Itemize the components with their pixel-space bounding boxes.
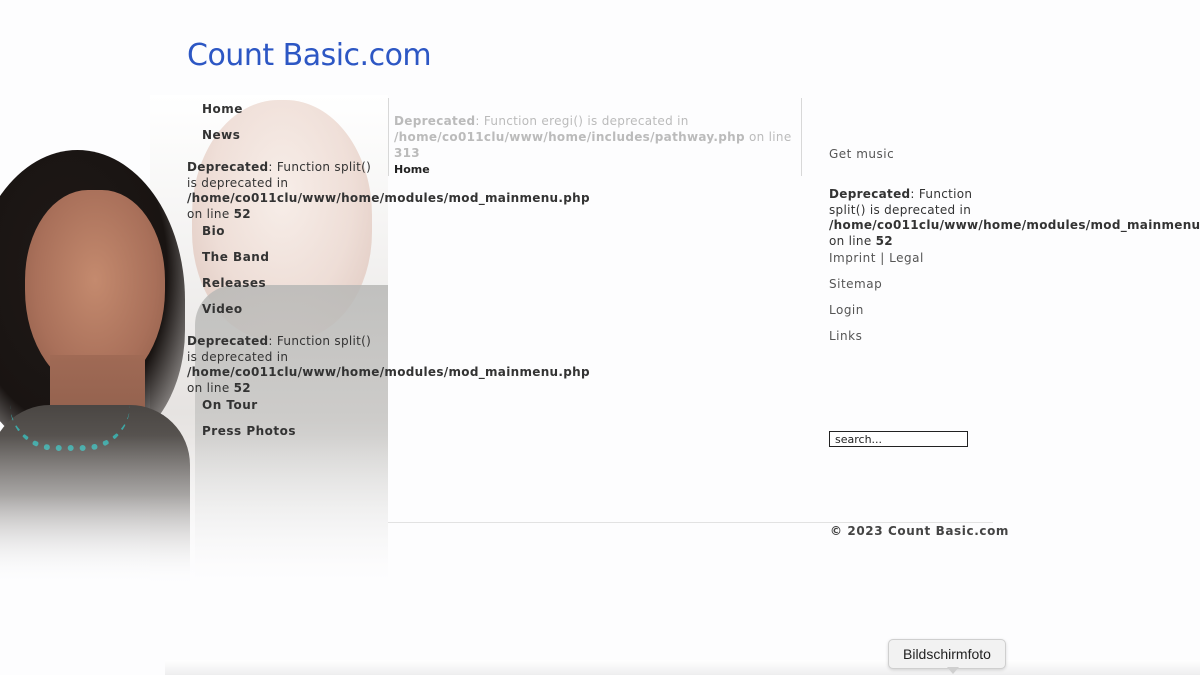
deprecated-line: 52 bbox=[875, 233, 893, 248]
deprecated-warning: Deprecated: Function split() is deprecat… bbox=[187, 160, 590, 222]
deprecated-text: on line bbox=[829, 233, 876, 248]
site-title[interactable]: Count Basic.com bbox=[187, 38, 432, 73]
copyright: © 2023 Count Basic.com bbox=[830, 524, 1010, 538]
tooltip-tail bbox=[947, 667, 959, 674]
menu-item-news[interactable]: News bbox=[202, 126, 372, 152]
deprecated-text: on line bbox=[187, 380, 234, 395]
deprecated-text: on line bbox=[744, 130, 792, 144]
menu-item-releases[interactable]: Releases bbox=[202, 274, 372, 300]
deprecated-warning: Deprecated: Function split() is deprecat… bbox=[829, 187, 1200, 249]
imprint-legal-row: Imprint | Legal bbox=[829, 249, 989, 275]
deprecated-path: /home/co011clu/www/home/modules/mod_main… bbox=[187, 365, 590, 379]
menu-item-the-band[interactable]: The Band bbox=[202, 248, 372, 274]
search-input[interactable] bbox=[829, 431, 968, 447]
tooltip: Bildschirmfoto bbox=[888, 639, 1006, 669]
deprecated-path: /home/co011clu/www/home/modules/mod_main… bbox=[187, 191, 590, 205]
menu-item-press-photos[interactable]: Press Photos bbox=[202, 422, 372, 448]
menu-item-video[interactable]: Video bbox=[202, 300, 372, 326]
deprecated-path: /home/co011clu/www/home/modules/mod_main… bbox=[829, 218, 1200, 232]
footer-divider bbox=[388, 522, 993, 523]
deprecated-text: on line bbox=[187, 206, 234, 221]
deprecated-line: 52 bbox=[233, 380, 251, 395]
photo-fade bbox=[0, 435, 388, 585]
imprint-link[interactable]: Imprint bbox=[829, 251, 876, 265]
deprecated-line: 52 bbox=[233, 206, 251, 221]
login-link[interactable]: Login bbox=[829, 301, 989, 327]
deprecated-label: Deprecated bbox=[187, 160, 269, 174]
main-content: Deprecated: Function eregi() is deprecat… bbox=[388, 98, 802, 176]
deprecated-line: 313 bbox=[394, 146, 420, 160]
dock-shadow bbox=[165, 660, 1200, 675]
legal-link[interactable]: Legal bbox=[889, 251, 924, 265]
links-link[interactable]: Links bbox=[829, 327, 989, 353]
deprecated-path: /home/co011clu/www/home/includes/pathway… bbox=[394, 130, 745, 144]
menu-item-bio[interactable]: Bio bbox=[202, 222, 372, 248]
deprecated-warning: Deprecated: Function split() is deprecat… bbox=[187, 334, 590, 396]
right-sidebar: Get music Deprecated: Function split() i… bbox=[829, 145, 1200, 353]
deprecated-label: Deprecated bbox=[394, 114, 476, 128]
sitemap-link[interactable]: Sitemap bbox=[829, 275, 989, 301]
deprecated-label: Deprecated bbox=[829, 187, 911, 201]
separator: | bbox=[875, 251, 890, 265]
menu-item-on-tour[interactable]: On Tour bbox=[202, 396, 372, 422]
deprecated-text: : Function eregi() is deprecated in bbox=[475, 114, 689, 128]
breadcrumb[interactable]: Home bbox=[394, 163, 801, 176]
get-music-link[interactable]: Get music bbox=[829, 145, 989, 171]
menu-item-home[interactable]: Home bbox=[202, 100, 372, 126]
main-menu: Home News Deprecated: Function split() i… bbox=[187, 100, 590, 448]
pathway-deprecated-warning: Deprecated: Function eregi() is deprecat… bbox=[394, 113, 801, 161]
deprecated-label: Deprecated bbox=[187, 334, 269, 348]
